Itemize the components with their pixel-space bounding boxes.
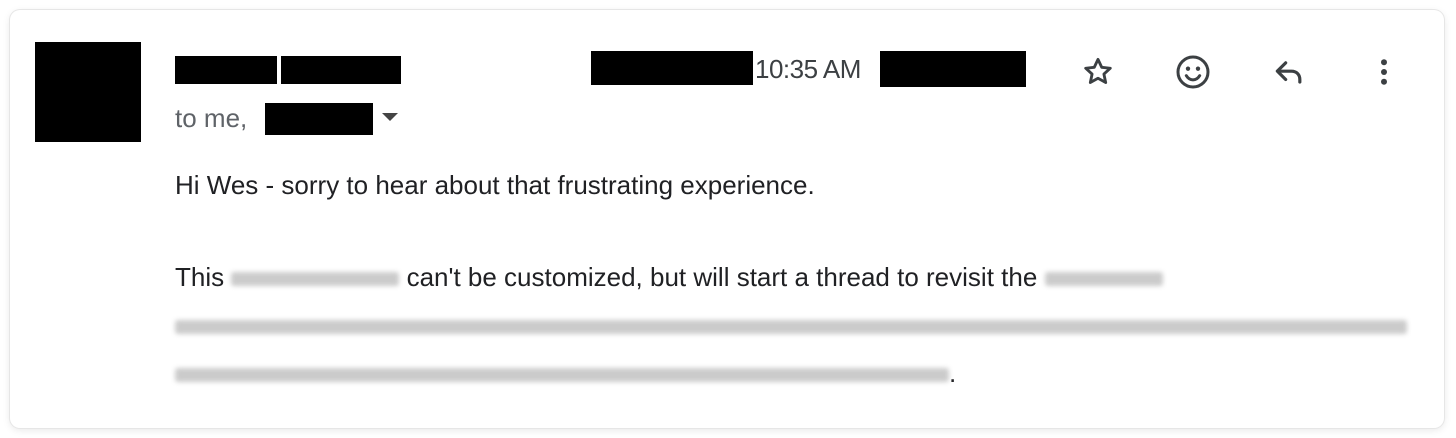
sender-name-redacted[interactable]	[175, 56, 277, 84]
recipient-redacted	[265, 103, 373, 135]
blurred-text	[231, 272, 400, 287]
add-reaction-button[interactable]	[1169, 48, 1217, 96]
message-time: 10:35 AM	[755, 54, 861, 84]
blurred-text	[175, 320, 1407, 335]
more-vert-icon	[1381, 59, 1387, 85]
blurred-text	[175, 368, 949, 383]
reply-icon	[1275, 61, 1302, 84]
more-options-button[interactable]	[1360, 48, 1408, 96]
reply-button[interactable]	[1265, 48, 1313, 96]
message-text: This	[175, 262, 225, 292]
message-paragraph-line-1: This can't be customized, but will start…	[175, 262, 1163, 292]
show-details-dropdown-icon[interactable]	[382, 113, 398, 121]
star-button[interactable]	[1074, 48, 1122, 96]
star-icon	[1084, 57, 1112, 84]
blurred-text	[1044, 272, 1163, 287]
message-greeting: Hi Wes - sorry to hear about that frustr…	[175, 170, 815, 200]
smiley-icon	[1176, 55, 1210, 89]
recipients-label: to me,	[175, 103, 248, 133]
sender-avatar-redacted[interactable]	[35, 42, 141, 142]
sender-name-redacted-2[interactable]	[281, 56, 401, 84]
message-text: .	[949, 358, 957, 388]
message-text: can't be customized, but will start a th…	[399, 262, 1038, 292]
message-paragraph-line-3: .	[175, 358, 956, 388]
email-message-card: 10:35 AM to me, Hi Wes - sorry to hear a…	[10, 10, 1444, 428]
date-redacted	[591, 51, 753, 85]
message-paragraph-line-2	[175, 310, 1407, 340]
relative-time-redacted	[880, 51, 1026, 87]
